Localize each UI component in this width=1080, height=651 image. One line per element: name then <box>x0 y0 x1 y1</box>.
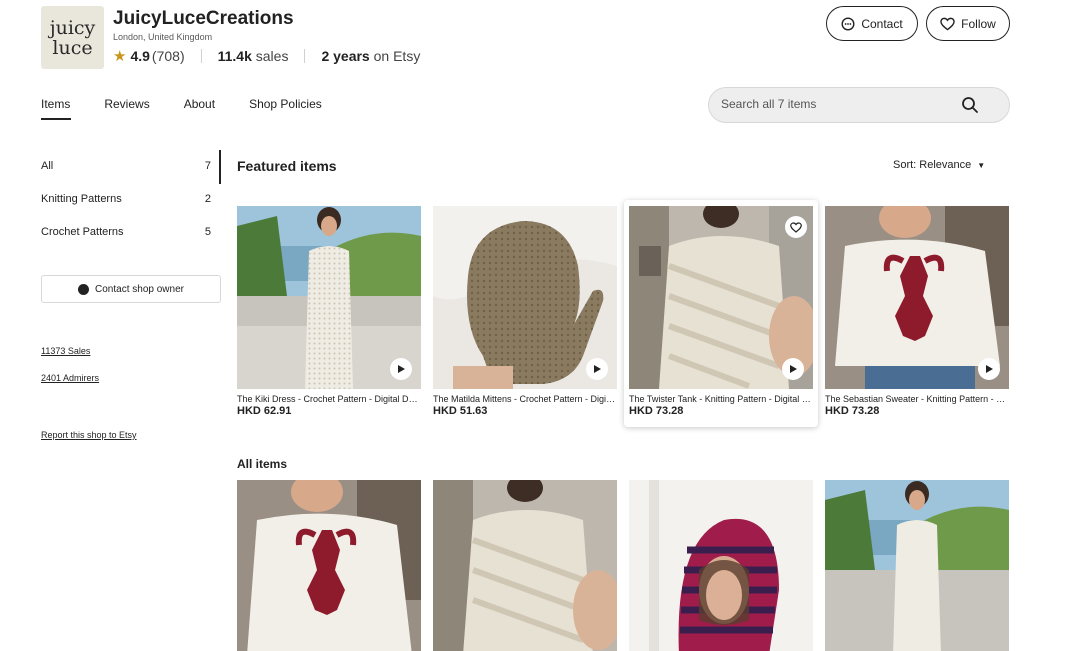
sort-label: Sort: Relevance <box>893 159 972 171</box>
category-count: 2 <box>204 193 211 205</box>
shop-location: London, United Kingdom <box>113 32 213 42</box>
tab-items[interactable]: Items <box>41 97 72 120</box>
contact-shop-owner-button[interactable]: Contact shop owner <box>41 275 221 303</box>
logo-line-2: luce <box>52 36 93 59</box>
years-value: 2 years <box>321 48 370 64</box>
shop-name: JuicyLuceCreations <box>113 8 294 29</box>
star-icon: ★ <box>113 48 127 65</box>
sales-label: sales <box>251 48 289 64</box>
tab-about[interactable]: About <box>184 97 215 111</box>
listing-image[interactable] <box>825 206 1009 389</box>
rating-value: 4.9 <box>130 48 150 64</box>
stats-divider <box>200 49 202 63</box>
sidebar-item-knitting-patterns[interactable]: Knitting Patterns 2 <box>41 193 211 205</box>
sales-link[interactable]: 11373 Sales <box>41 346 90 356</box>
search-input[interactable] <box>721 97 951 111</box>
contact-button[interactable]: Contact <box>826 6 918 41</box>
sales-value: 11.4k <box>217 48 252 64</box>
active-category-indicator <box>219 150 221 184</box>
follow-button[interactable]: Follow <box>926 6 1010 41</box>
caret-down-icon: ▼ <box>977 161 986 170</box>
tab-reviews[interactable]: Reviews <box>104 97 149 111</box>
tab-shop-policies[interactable]: Shop Policies <box>249 97 322 111</box>
listing-image[interactable] <box>825 480 1009 651</box>
featured-heading: Featured items <box>237 158 337 174</box>
message-icon <box>841 16 855 31</box>
sidebar-item-crochet-patterns[interactable]: Crochet Patterns 5 <box>41 226 211 238</box>
listing-title: The Twister Tank - Knitting Pattern - Di… <box>629 394 813 404</box>
avatar-icon <box>78 283 90 295</box>
play-video-icon[interactable] <box>782 358 804 380</box>
contact-owner-label: Contact shop owner <box>95 283 184 295</box>
listing-card[interactable]: The Kiki Dress - Crochet Pattern - Digit… <box>237 206 421 417</box>
contact-label: Contact <box>861 16 903 31</box>
listing-image[interactable] <box>237 480 421 651</box>
sort-dropdown[interactable]: Sort: Relevance ▼ <box>893 159 985 171</box>
rating-count: (708) <box>151 48 185 64</box>
shop-logo: juicy luce <box>41 6 104 69</box>
listing-image[interactable] <box>237 206 421 389</box>
category-label: Knitting Patterns <box>41 193 122 205</box>
listing-card[interactable]: The Twister Tank - Knitting Pattern - Di… <box>629 206 813 417</box>
category-label: Crochet Patterns <box>41 226 124 238</box>
listing-image[interactable] <box>629 480 813 651</box>
admirers-link[interactable]: 2401 Admirers <box>41 373 99 383</box>
all-items-heading: All items <box>237 457 288 471</box>
listing-image[interactable] <box>433 206 617 389</box>
follow-label: Follow <box>961 16 996 31</box>
play-video-icon[interactable] <box>978 358 1000 380</box>
listing-image[interactable] <box>433 480 617 651</box>
listing-title: The Sebastian Sweater - Knitting Pattern… <box>825 394 1009 404</box>
listing-price: HKD 73.28 <box>825 405 880 417</box>
listing-title: The Matilda Mittens - Crochet Pattern - … <box>433 394 617 404</box>
sidebar-item-all[interactable]: All 7 <box>41 160 211 172</box>
listing-title: The Kiki Dress - Crochet Pattern - Digit… <box>237 394 421 404</box>
shop-stats: ★ 4.9 (708) 11.4k sales 2 years on Etsy <box>113 47 420 65</box>
listing-image[interactable] <box>629 206 813 389</box>
shop-search <box>708 87 1010 123</box>
heart-icon <box>940 17 955 31</box>
search-icon[interactable] <box>961 96 979 114</box>
stats-divider <box>304 49 306 63</box>
listing-price: HKD 51.63 <box>433 405 488 417</box>
listing-price: HKD 62.91 <box>237 405 292 417</box>
category-label: All <box>41 160 54 172</box>
years-label: on Etsy <box>369 48 421 64</box>
logo-line-1: juicy <box>49 16 96 39</box>
category-count: 7 <box>204 160 211 172</box>
shop-tabs: Items Reviews About Shop Policies <box>41 97 356 120</box>
listing-card[interactable]: The Sebastian Sweater - Knitting Pattern… <box>825 206 1009 417</box>
listing-card[interactable]: The Matilda Mittens - Crochet Pattern - … <box>433 206 617 417</box>
play-video-icon[interactable] <box>390 358 412 380</box>
play-video-icon[interactable] <box>586 358 608 380</box>
listing-price: HKD 73.28 <box>629 405 684 417</box>
report-shop-link[interactable]: Report this shop to Etsy <box>41 430 137 440</box>
category-count: 5 <box>204 226 211 238</box>
favorite-heart-icon[interactable] <box>785 216 807 238</box>
